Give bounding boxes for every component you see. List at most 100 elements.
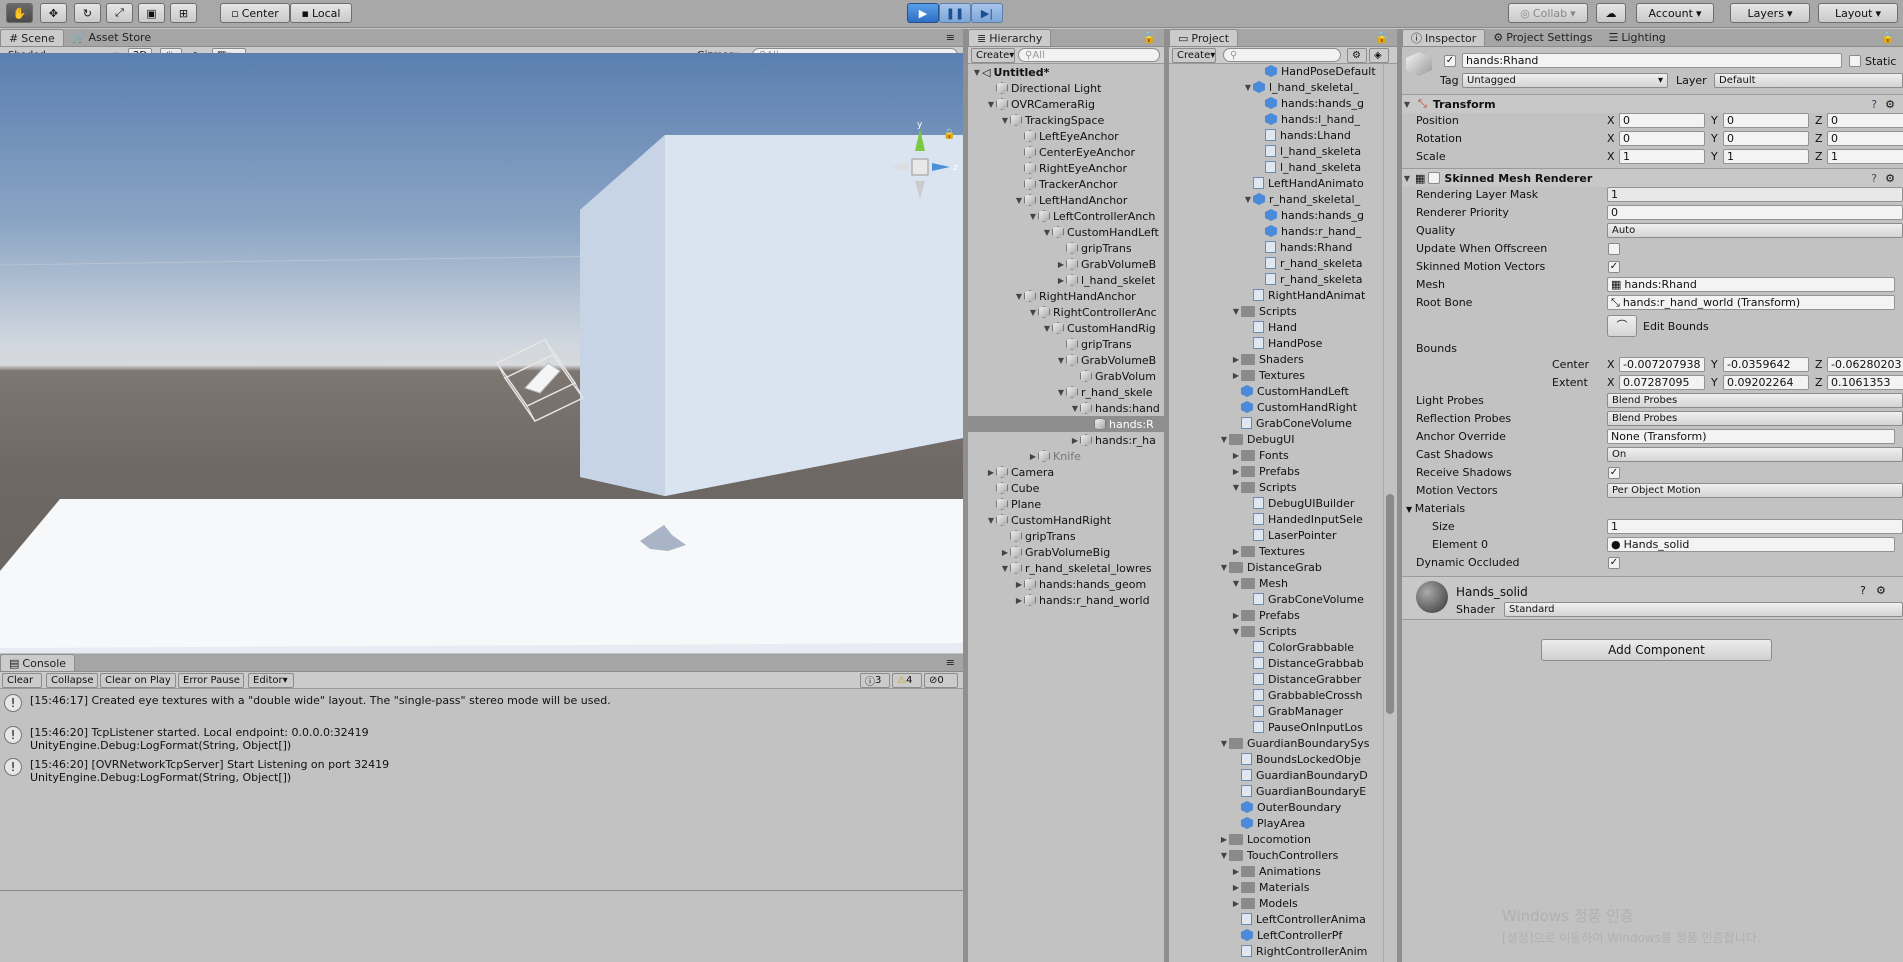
project-item[interactable]: GrabbableCrossh [1169,687,1383,703]
hierarchy-item[interactable]: ▼ RightControllerAnc [968,304,1164,320]
skinned-motion-checkbox[interactable]: ✓ [1608,261,1620,273]
materials-size-field[interactable]: 1 [1607,519,1903,534]
chevron-down-icon[interactable]: ▼ [1219,851,1229,860]
chevron-down-icon[interactable]: ▼ [1219,563,1229,572]
chevron-right-icon[interactable]: ▶ [986,468,996,477]
hierarchy-item[interactable]: ▶ GrabVolumeBig [968,544,1164,560]
chevron-down-icon[interactable]: ▼ [1219,739,1229,748]
bounds-center-y-field[interactable]: -0.0359642 [1723,357,1809,372]
hierarchy-item[interactable]: ▶ l_hand_skelet [968,272,1164,288]
lock-icon[interactable]: 🔒 [1873,29,1903,46]
transform-z-field[interactable]: 0 [1827,113,1903,128]
project-item[interactable]: ▶ Locomotion [1169,831,1383,847]
materials-foldout[interactable]: ▼ Materials [1406,502,1465,515]
chevron-down-icon[interactable]: ▼ [1070,404,1080,413]
hierarchy-item[interactable]: ▶ hands:r_hand_world [968,592,1164,608]
transform-y-field[interactable]: 1 [1723,149,1809,164]
scale-tool-button[interactable]: ⤢ [106,3,133,23]
project-item[interactable]: DistanceGrabbab [1169,655,1383,671]
project-item[interactable]: ▶ Animations [1169,863,1383,879]
chevron-right-icon[interactable]: ▶ [1231,547,1241,556]
mesh-field[interactable]: ▦ hands:Rhand [1607,277,1895,292]
chevron-down-icon[interactable]: ▼ [1231,579,1241,588]
log-entry[interactable]: ! [15:46:17] Created eye textures with a… [0,694,963,712]
transform-x-field[interactable]: 0 [1619,131,1705,146]
hierarchy-item[interactable]: ▼ TrackingSpace [968,112,1164,128]
project-item[interactable]: ▼ Scripts [1169,623,1383,639]
project-item[interactable]: BoundsLockedObje [1169,751,1383,767]
project-item[interactable]: ▶ Fonts [1169,447,1383,463]
filter-label-button[interactable]: ◈ [1369,48,1389,63]
transform-header[interactable]: ▼ ⤡ Transform ? ⚙ [1402,94,1903,113]
pause-button[interactable]: ❚❚ [939,3,971,23]
error-count-toggle[interactable]: ⊘ 0 [924,673,958,688]
quality-dropdown[interactable]: Auto [1607,223,1903,238]
component-enabled-checkbox[interactable] [1428,172,1441,184]
hierarchy-item[interactable]: ▼ OVRCameraRig [968,96,1164,112]
hierarchy-item[interactable]: ▼ CustomHandRig [968,320,1164,336]
hierarchy-item[interactable]: Plane [968,496,1164,512]
project-item[interactable]: HandedInputSele [1169,511,1383,527]
chevron-right-icon[interactable]: ▶ [1231,611,1241,620]
project-item[interactable]: LeftControllerPf [1169,927,1383,943]
project-item[interactable]: ▼ DistanceGrab [1169,559,1383,575]
hierarchy-item[interactable]: Cube [968,480,1164,496]
project-item[interactable]: ▶ Materials [1169,879,1383,895]
chevron-down-icon[interactable]: ▼ [1028,212,1038,221]
hierarchy-item[interactable]: ▼ RightHandAnchor [968,288,1164,304]
chevron-down-icon[interactable]: ▼ [1000,564,1010,573]
project-item[interactable]: CustomHandLeft [1169,383,1383,399]
hand-tool-button[interactable]: ✋ [6,3,33,23]
chevron-right-icon[interactable]: ▶ [1056,260,1066,269]
tab-project[interactable]: ▭ Project [1169,29,1239,46]
warning-count-toggle[interactable]: ⚠ 4 [892,673,922,688]
project-item[interactable]: r_hand_skeleta [1169,255,1383,271]
tab-scene[interactable]: # Scene [0,29,64,46]
tag-dropdown[interactable]: Untagged ▾ [1462,73,1668,88]
renderer-priority-field[interactable]: 0 [1607,205,1903,220]
dynamic-occluded-checkbox[interactable]: ✓ [1608,557,1620,569]
chevron-down-icon[interactable]: ▼ [1402,174,1412,183]
step-button[interactable]: ▶| [971,3,1003,23]
editor-dropdown[interactable]: Editor ▾ [248,673,294,688]
hierarchy-item[interactable]: ▶ GrabVolumeB [968,256,1164,272]
tab-hierarchy[interactable]: ≣ Hierarchy [968,29,1052,46]
chevron-down-icon[interactable]: ▼ [1231,483,1241,492]
bounds-extent-y-field[interactable]: 0.09202264 [1723,375,1809,390]
chevron-down-icon[interactable]: ▼ [1056,356,1066,365]
project-item[interactable]: hands:hands_g [1169,95,1383,111]
project-item[interactable]: Hand [1169,319,1383,335]
tab-inspector[interactable]: ⓘ Inspector [1402,29,1486,46]
filter-type-button[interactable]: ⚙ [1347,48,1367,63]
project-item[interactable]: ▶ Textures [1169,367,1383,383]
project-item[interactable]: GrabConeVolume [1169,415,1383,431]
project-item[interactable]: ▼ Scripts [1169,479,1383,495]
project-item[interactable]: l_hand_skeleta [1169,159,1383,175]
hierarchy-item[interactable]: ▼ r_hand_skeletal_lowres [968,560,1164,576]
bounds-extent-z-field[interactable]: 0.1061353 [1827,375,1903,390]
project-item[interactable]: GuardianBoundaryE [1169,783,1383,799]
chevron-down-icon[interactable]: ▼ [1014,292,1024,301]
rect-tool-button[interactable]: ▣ [138,3,165,23]
bounds-center-x-field[interactable]: -0.007207938 [1619,357,1705,372]
transform-z-field[interactable]: 1 [1827,149,1903,164]
root-bone-field[interactable]: ⤡ hands:r_hand_world (Transform) [1607,295,1895,310]
scrollbar-thumb[interactable] [1386,494,1394,714]
chevron-right-icon[interactable]: ▶ [1231,451,1241,460]
tab-console[interactable]: ▤ Console [0,654,76,671]
pivot-local-button[interactable]: ▪ Local [290,3,352,23]
edit-bounds-button[interactable]: ⌒ [1607,315,1637,337]
hierarchy-item[interactable]: ▶ hands:hands_geom [968,576,1164,592]
error-pause-button[interactable]: Error Pause [178,673,244,688]
hierarchy-item[interactable]: gripTrans [968,336,1164,352]
project-item[interactable]: HandPoseDefault [1169,64,1383,79]
transform-x-field[interactable]: 0 [1619,113,1705,128]
hierarchy-item[interactable]: ▶ Knife [968,448,1164,464]
project-item[interactable]: RightHandAnimat [1169,287,1383,303]
project-item[interactable]: ▼ TouchControllers [1169,847,1383,863]
rotate-tool-button[interactable]: ↻ [74,3,101,23]
hierarchy-item[interactable]: ▼ LeftHandAnchor [968,192,1164,208]
chevron-down-icon[interactable]: ▼ [1042,324,1052,333]
project-item[interactable]: hands:l_hand_ [1169,111,1383,127]
project-item[interactable]: ColorGrabbable [1169,639,1383,655]
